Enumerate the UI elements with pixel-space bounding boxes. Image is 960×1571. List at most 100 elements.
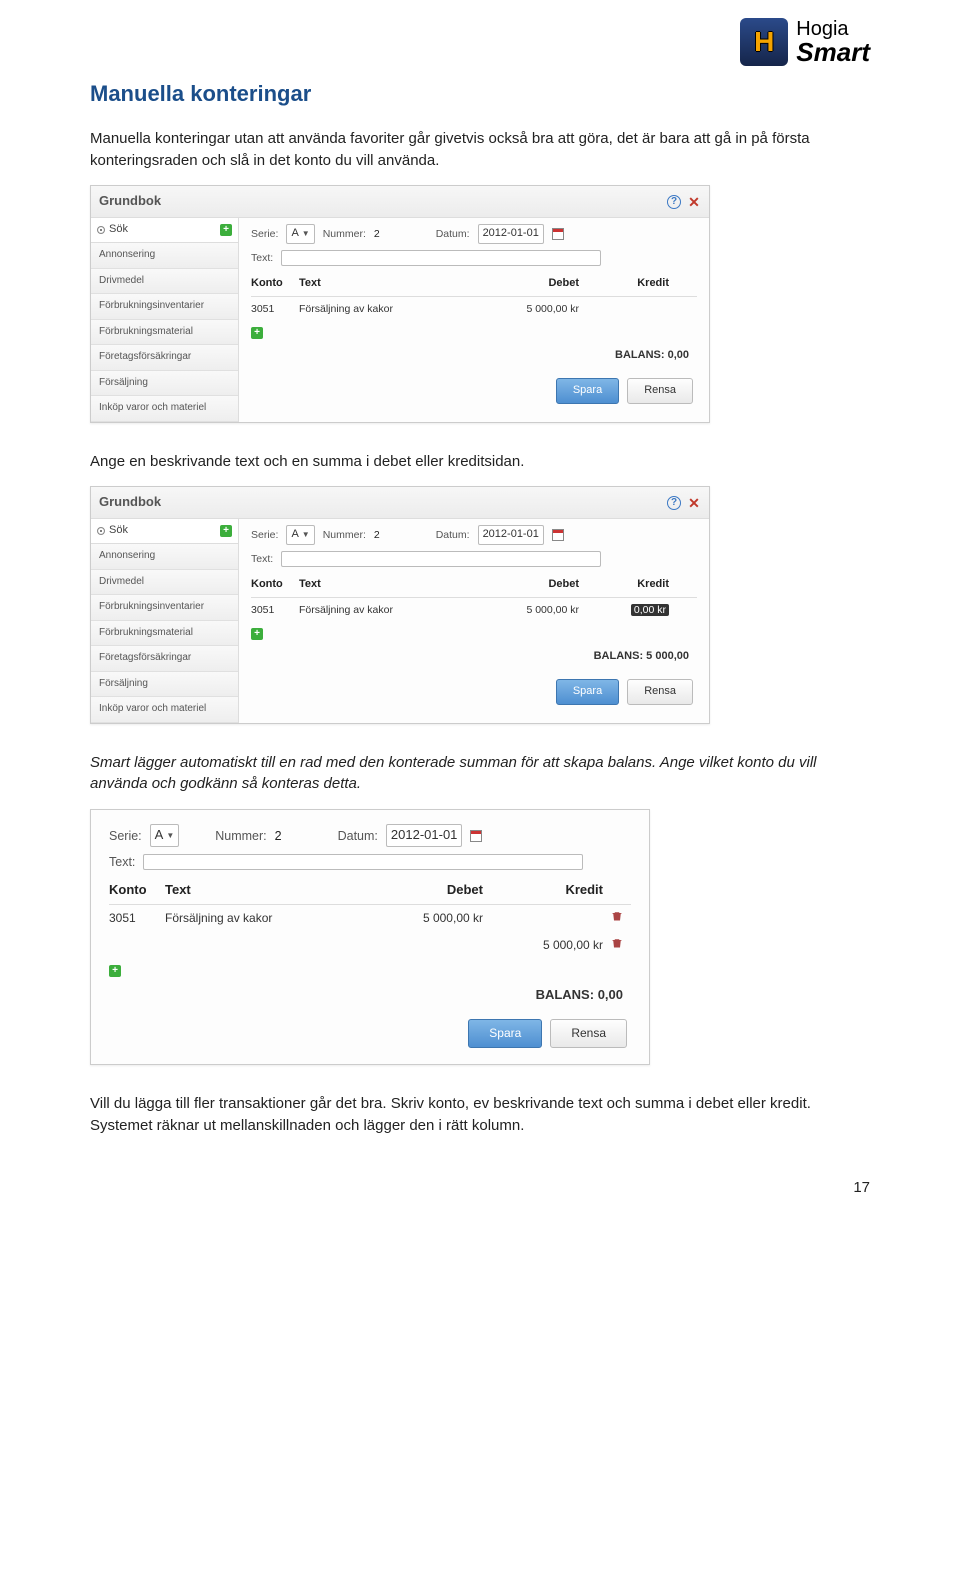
radio-icon[interactable] (97, 527, 105, 535)
chevron-down-icon: ▼ (302, 529, 310, 541)
datum-label: Datum: (436, 227, 470, 242)
table-header: Konto Text Debet Kredit (251, 272, 697, 297)
paragraph-4: Vill du lägga till fler transaktioner gå… (90, 1093, 870, 1137)
sidebar-item[interactable]: Förbrukningsinventarier (91, 294, 238, 320)
brand-logo: H Hogia Smart (740, 18, 870, 66)
clear-button[interactable]: Rensa (550, 1019, 627, 1048)
add-row-button[interactable]: + (251, 327, 263, 339)
cell-text: Försäljning av kakor (165, 910, 371, 927)
save-button[interactable]: Spara (556, 679, 619, 705)
add-row-button[interactable]: + (109, 965, 121, 977)
nummer-value: 2 (374, 528, 380, 543)
nummer-label: Nummer: (215, 827, 266, 845)
col-debet: Debet (371, 881, 491, 900)
col-konto: Konto (251, 577, 299, 593)
clear-button[interactable]: Rensa (627, 378, 693, 404)
table-header: Konto Text Debet Kredit (251, 573, 697, 598)
text-label: Text: (251, 251, 273, 266)
datum-input[interactable]: 2012-01-01 (478, 525, 544, 545)
sidebar-item[interactable]: Försäljning (91, 371, 238, 397)
sidebar-item[interactable]: Förbrukningsmaterial (91, 621, 238, 647)
sidebar-item[interactable]: Företagsförsäkringar (91, 345, 238, 371)
datum-label: Datum: (338, 827, 378, 845)
datum-input[interactable]: 2012-01-01 (386, 824, 463, 847)
section-title: Manuella konteringar (90, 78, 870, 110)
brand-header: H Hogia Smart (90, 18, 870, 66)
close-icon[interactable]: ✕ (687, 496, 701, 510)
save-button[interactable]: Spara (556, 378, 619, 404)
cell-konto: 3051 (109, 910, 165, 927)
sidebar-item[interactable]: Försäljning (91, 672, 238, 698)
close-icon[interactable]: ✕ (687, 195, 701, 209)
sidebar-search-row: Sök + (91, 218, 238, 243)
delete-row-icon[interactable] (611, 937, 623, 949)
sidebar-item[interactable]: Företagsförsäkringar (91, 646, 238, 672)
delete-row-icon[interactable] (611, 910, 623, 922)
text-input[interactable] (281, 551, 601, 567)
sidebar-item[interactable]: Drivmedel (91, 269, 238, 295)
favorites-sidebar: Sök + Annonsering Drivmedel Förbruknings… (91, 218, 239, 421)
add-favorite-button[interactable]: + (220, 224, 232, 236)
sidebar-item[interactable]: Inköp varor och materiel (91, 396, 238, 422)
panel-title: Grundbok (99, 493, 161, 512)
sidebar-item[interactable]: Förbrukningsmaterial (91, 320, 238, 346)
favorites-sidebar: Sök + Annonsering Drivmedel Förbruknings… (91, 519, 239, 722)
sidebar-item[interactable]: Förbrukningsinventarier (91, 595, 238, 621)
clear-button[interactable]: Rensa (627, 679, 693, 705)
col-text: Text (165, 881, 371, 900)
calendar-icon[interactable] (552, 228, 564, 240)
radio-icon[interactable] (97, 226, 105, 234)
col-kredit: Kredit (587, 577, 677, 593)
table-row-new[interactable]: + (109, 960, 631, 982)
brand-name-1: Hogia (796, 19, 870, 39)
table-row[interactable]: 3051 Försäljning av kakor 5 000,00 kr (109, 905, 631, 932)
text-input[interactable] (281, 250, 601, 266)
table-row-new[interactable]: + (251, 623, 697, 645)
text-input[interactable] (143, 854, 583, 870)
calendar-icon[interactable] (470, 830, 482, 842)
table-row[interactable]: 3051 Försäljning av kakor 5 000,00 kr 0,… (251, 598, 697, 623)
sidebar-search-row: Sök + (91, 519, 238, 544)
save-button[interactable]: Spara (468, 1019, 542, 1048)
col-debet: Debet (497, 276, 587, 292)
serie-label: Serie: (251, 528, 278, 543)
table-row[interactable]: 5 000,00 kr (109, 932, 631, 959)
datum-label: Datum: (436, 528, 470, 543)
calendar-icon[interactable] (552, 529, 564, 541)
cell-konto: 3051 (251, 603, 299, 618)
serie-dropdown[interactable]: A▼ (286, 224, 314, 244)
cell-debet: 5 000,00 kr (371, 910, 491, 927)
datum-input[interactable]: 2012-01-01 (478, 224, 544, 244)
sidebar-item[interactable]: Annonsering (91, 544, 238, 570)
page-number: 17 (90, 1177, 870, 1199)
brand-name-2: Smart (796, 39, 870, 65)
cell-kredit: 0,00 kr (587, 603, 677, 618)
cell-debet: 5 000,00 kr (497, 603, 587, 618)
col-text: Text (299, 577, 497, 593)
text-label: Text: (251, 552, 273, 567)
table-row[interactable]: 3051 Försäljning av kakor 5 000,00 kr (251, 297, 697, 322)
sidebar-search-label: Sök (109, 523, 216, 539)
serie-dropdown[interactable]: A▼ (286, 525, 314, 545)
balans-row: BALANS: 0,00 (109, 982, 631, 1009)
col-kredit: Kredit (491, 881, 611, 900)
sidebar-item[interactable]: Drivmedel (91, 570, 238, 596)
serie-dropdown[interactable]: A▼ (150, 824, 180, 847)
add-row-button[interactable]: + (251, 628, 263, 640)
col-debet: Debet (497, 577, 587, 593)
screenshot-grundbok-3: Serie: A▼ Nummer: 2 Datum: 2012-01-01 Te… (90, 809, 650, 1065)
sidebar-item[interactable]: Annonsering (91, 243, 238, 269)
serie-label: Serie: (109, 827, 142, 845)
screenshot-grundbok-2: Grundbok ? ✕ Sök + Annonsering Drivmedel… (90, 486, 710, 723)
cell-debet: 5 000,00 kr (497, 302, 587, 317)
nummer-value: 2 (275, 827, 282, 845)
sidebar-item[interactable]: Inköp varor och materiel (91, 697, 238, 723)
paragraph-2: Ange en beskrivande text och en summa i … (90, 451, 870, 473)
add-favorite-button[interactable]: + (220, 525, 232, 537)
table-row-new[interactable]: + (251, 322, 697, 344)
cell-text: Försäljning av kakor (299, 302, 497, 317)
serie-label: Serie: (251, 227, 278, 242)
help-icon[interactable]: ? (667, 195, 681, 209)
help-icon[interactable]: ? (667, 496, 681, 510)
col-konto: Konto (109, 881, 165, 900)
